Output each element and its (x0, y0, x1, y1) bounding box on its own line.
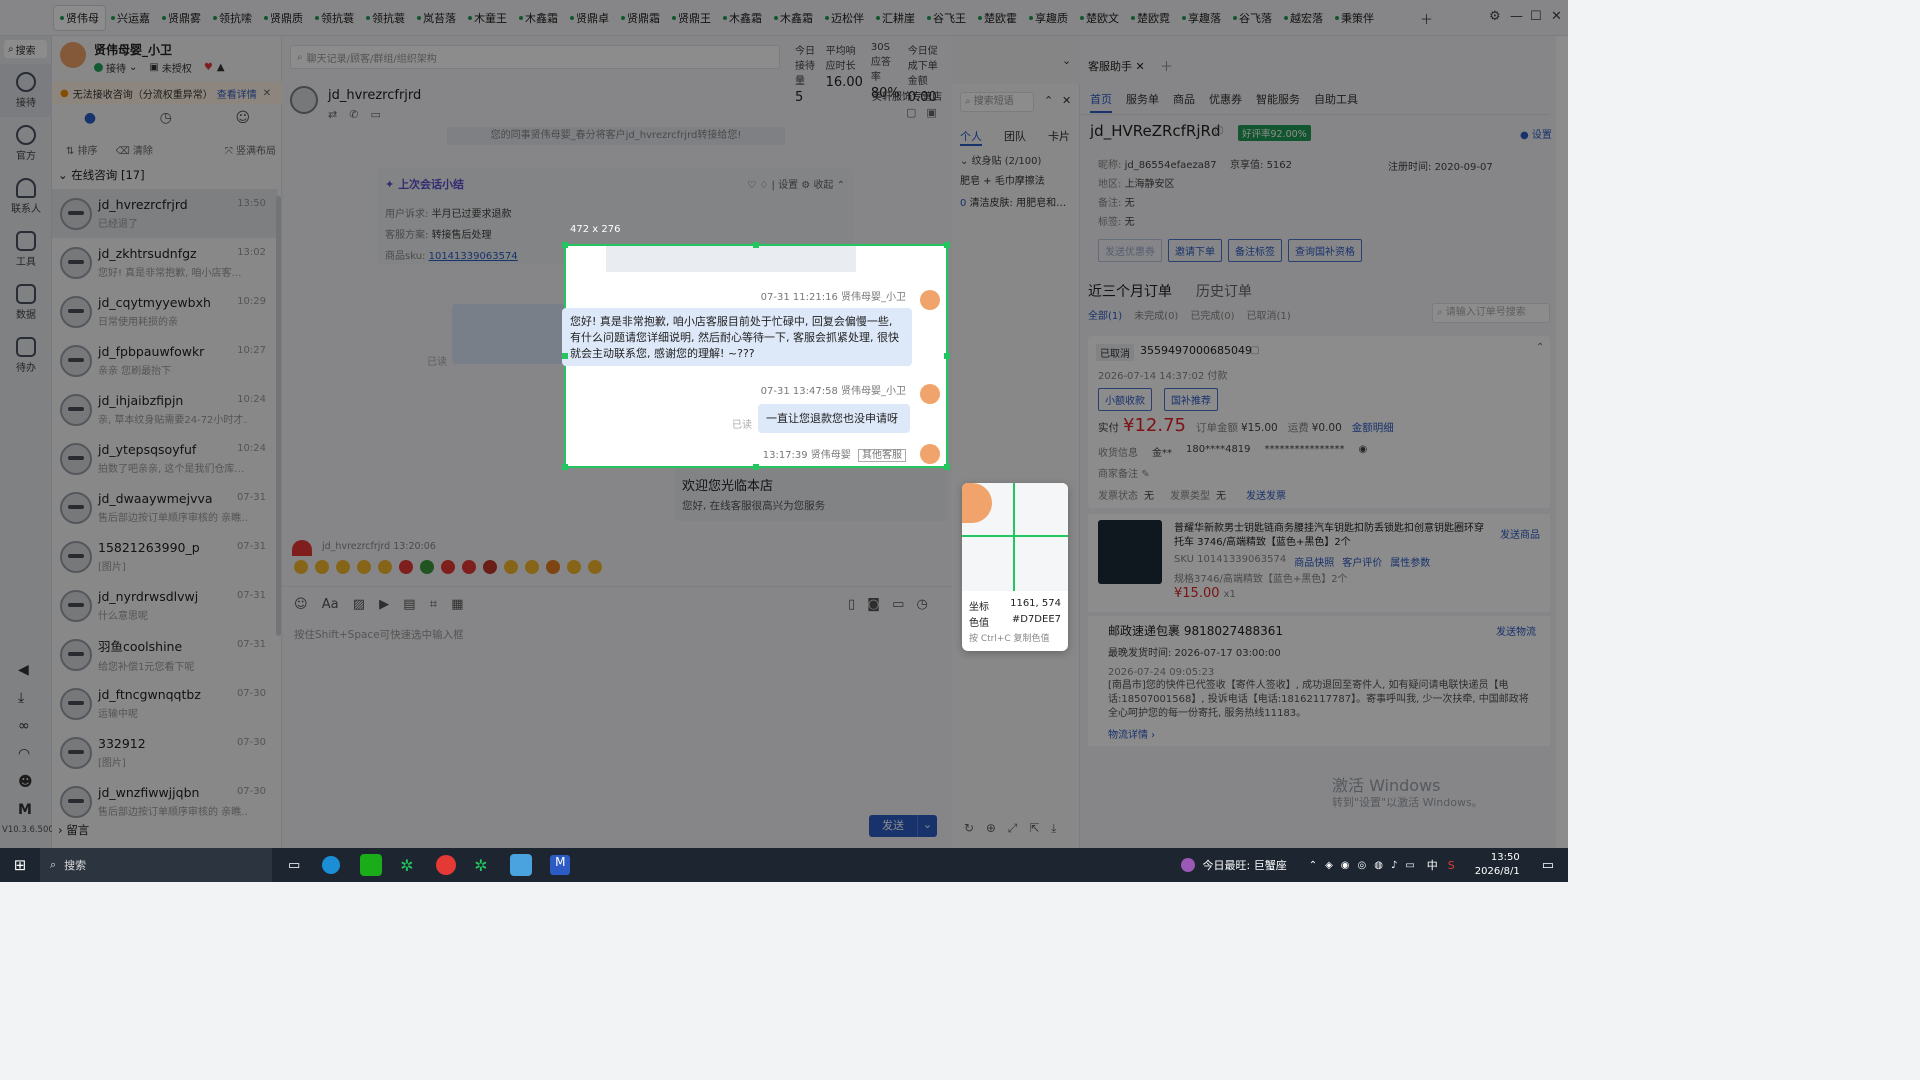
other-agent-tag: 其他客服 (858, 449, 906, 462)
resize-handle[interactable] (944, 353, 950, 359)
clock[interactable]: 13:50 2026/8/1 (1475, 851, 1520, 879)
task-view-icon[interactable]: ▭ (288, 858, 300, 873)
wechat-icon[interactable] (360, 854, 383, 876)
taskbar-search[interactable]: ⌕ 搜索 (40, 848, 272, 882)
app-icon[interactable]: ✲ (400, 856, 418, 875)
windows-start-icon[interactable]: ⊞ (0, 856, 40, 874)
agent-avatar (920, 384, 940, 404)
pixel-color: #D7DEE7 (1011, 614, 1061, 625)
agent-message: 一直让您退款您也没申请呀 (758, 404, 910, 433)
ime-indicator[interactable]: 中 (1427, 857, 1438, 873)
resize-handle[interactable] (753, 464, 759, 470)
app-icon[interactable]: ✲ (474, 856, 492, 875)
resize-handle[interactable] (944, 464, 950, 470)
notification-icon[interactable]: ▭ (1542, 858, 1554, 873)
capture-selection[interactable]: 07-31 11:21:16 贤伟母婴_小卫 您好! 真是非常抱歉, 咱小店客服… (562, 242, 950, 470)
resize-handle[interactable] (562, 464, 568, 470)
resize-handle[interactable] (562, 353, 568, 359)
taskbar: ⊞ ⌕ 搜索 ▭ ✲ ✲ M 今日最旺: 巨蟹座 ⌃◈◉◎◍♪▭ 中 S 13:5… (0, 848, 1568, 882)
cursor-coordinate: 1161, 574 (1010, 598, 1061, 609)
edge-icon[interactable] (322, 856, 341, 874)
resize-handle[interactable] (562, 242, 568, 248)
weather-icon (1180, 858, 1195, 872)
selection-size-label: 472 x 276 (570, 224, 621, 235)
app-icon[interactable] (436, 855, 457, 875)
agent-avatar (920, 290, 940, 310)
m-app-icon[interactable]: M (550, 855, 571, 875)
horoscope-widget[interactable]: 今日最旺: 巨蟹座 (1203, 857, 1287, 873)
magnifier-popup: 坐标 1161, 574 色值 #D7DEE7 按 Ctrl+C 复制色值 (962, 483, 1068, 651)
search-icon: ⌕ (50, 858, 57, 871)
resize-handle[interactable] (753, 242, 759, 248)
agent-avatar (920, 444, 940, 464)
tray-icons[interactable]: ⌃◈◉◎◍♪▭ (1309, 860, 1423, 871)
jd-customer-service-icon[interactable] (510, 854, 533, 876)
antivirus-icon[interactable]: S (1448, 859, 1455, 872)
magnified-area (962, 483, 1068, 591)
resize-handle[interactable] (944, 242, 950, 248)
agent-message: 您好! 真是非常抱歉, 咱小店客服目前处于忙碌中, 回复会偏慢一些, 有什么问题… (562, 308, 912, 366)
